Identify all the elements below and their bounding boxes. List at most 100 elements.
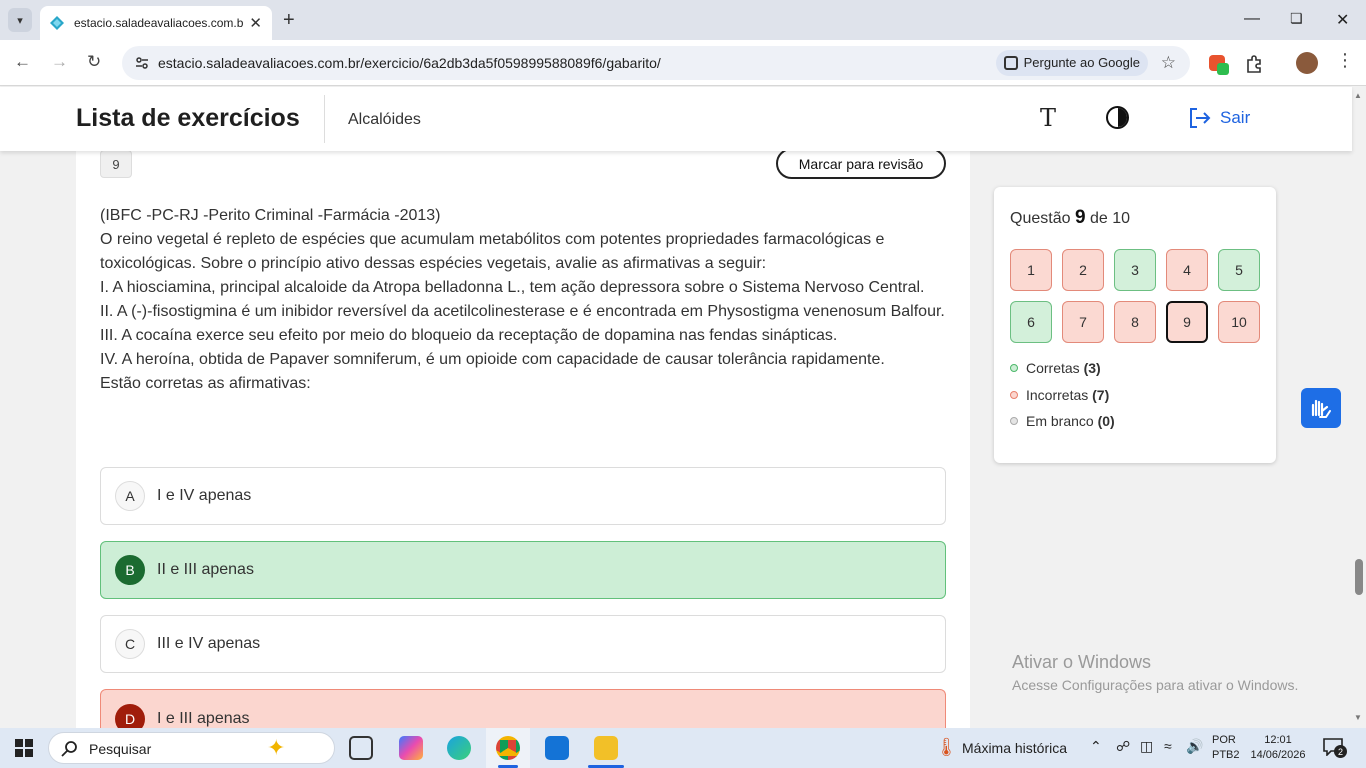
question-nav-5[interactable]: 5 [1218, 249, 1260, 291]
logout-icon [1190, 108, 1211, 128]
option-text: III e IV apenas [157, 635, 261, 652]
legend-correct-count: (3) [1083, 360, 1101, 376]
scroll-up-icon[interactable]: ▲ [1354, 91, 1362, 100]
header-divider [324, 95, 325, 143]
browser-toolbar: ← → ↻ estacio.saladeavaliacoes.com.br/ex… [0, 40, 1366, 86]
back-icon[interactable]: ← [14, 52, 31, 72]
file-explorer-icon[interactable] [594, 736, 618, 760]
question-counter: Questão 9 de 10 [1010, 207, 1130, 229]
chrome-icon[interactable] [496, 736, 520, 760]
minimize-icon[interactable]: — [1244, 10, 1260, 28]
language-code: POR [1212, 734, 1236, 746]
notifications-icon[interactable]: 2 [1323, 738, 1347, 758]
question-nav-1[interactable]: 1 [1010, 249, 1052, 291]
question-source: (IBFC -PC-RJ -Perito Criminal -Farmácia … [100, 207, 441, 224]
page-title: Lista de exercícios [76, 104, 300, 132]
extension-app-icon[interactable] [1208, 54, 1230, 76]
site-settings-icon[interactable] [134, 55, 150, 71]
option-letter: A [115, 481, 145, 511]
question-nav-9[interactable]: 9 [1166, 301, 1208, 343]
counter-suffix: de 10 [1089, 210, 1131, 227]
copilot-icon[interactable] [399, 736, 423, 760]
question-nav-4[interactable]: 4 [1166, 249, 1208, 291]
restore-icon[interactable]: ❏ [1290, 10, 1303, 27]
tab-close-icon[interactable]: ✕ [249, 14, 262, 32]
legend-correct-label: Corretas [1026, 360, 1080, 376]
wifi-icon[interactable]: ≈ [1164, 738, 1172, 754]
forward-icon[interactable]: → [51, 52, 68, 72]
taskbar-clock[interactable]: 12:01 14/06/2026 [1250, 733, 1306, 763]
correct-dot-icon [1010, 364, 1018, 372]
windows-start-icon[interactable] [15, 739, 33, 757]
tab-search-menu-icon[interactable]: ▾ [8, 8, 32, 32]
extensions-puzzle-icon[interactable] [1244, 54, 1264, 74]
ask-google-button[interactable]: Pergunte ao Google [995, 50, 1148, 76]
question-statement: O reino vegetal é repleto de espécies qu… [100, 231, 885, 272]
weather-text[interactable]: Máxima histórica [962, 740, 1067, 756]
assertion-2: II. A (-)-fisostigmina é um inibidor rev… [100, 303, 945, 320]
option-d[interactable]: D I e III apenas [100, 689, 946, 734]
thermometer-icon: 🌡 [935, 737, 958, 757]
logout-button[interactable]: Sair [1188, 107, 1250, 129]
lens-icon [1003, 56, 1018, 70]
search-highlight-icon: ✦ [267, 735, 286, 760]
url-text[interactable]: estacio.saladeavaliacoes.com.br/exercici… [158, 55, 661, 71]
reload-icon[interactable]: ↻ [87, 52, 101, 72]
meet-icon[interactable]: ☍ [1116, 738, 1130, 755]
browser-tab[interactable]: estacio.saladeavaliacoes.com.br ✕ [40, 6, 272, 40]
legend-wrong-count: (7) [1092, 387, 1110, 403]
option-b[interactable]: B II e III apenas [100, 541, 946, 599]
taskbar-search[interactable]: Pesquisar ✦ [48, 732, 335, 764]
browser-menu-icon[interactable]: ⋮ [1336, 50, 1354, 71]
question-nav-6[interactable]: 6 [1010, 301, 1052, 343]
ask-google-label: Pergunte ao Google [1023, 55, 1140, 70]
mail-icon[interactable] [545, 736, 569, 760]
question-navigator-panel: Questão 9 de 10 1 2 3 4 5 6 7 8 9 10 Cor… [994, 187, 1276, 463]
browser-tabstrip: ▾ estacio.saladeavaliacoes.com.br ✕ + — … [0, 0, 1366, 40]
assertion-3: III. A cocaína exerce seu efeito por mei… [100, 327, 838, 344]
new-tab-icon[interactable]: + [283, 9, 295, 32]
font-size-icon[interactable]: T [1040, 104, 1056, 132]
show-hidden-icons-icon[interactable]: ⌃ [1090, 738, 1102, 755]
legend-wrong: Incorretas (7) [1010, 387, 1109, 403]
question-nav-8[interactable]: 8 [1114, 301, 1156, 343]
device-icon[interactable]: ◫ [1140, 738, 1153, 755]
keyboard-language[interactable]: POR PTB2 [1212, 733, 1240, 763]
counter-current: 9 [1074, 207, 1086, 228]
legend-wrong-label: Incorretas [1026, 387, 1089, 403]
page-scrollbar[interactable]: ▲ ▼ [1352, 87, 1366, 728]
address-bar[interactable]: estacio.saladeavaliacoes.com.br/exercici… [122, 46, 1190, 80]
assertion-1: I. A hiosciamina, principal alcaloide da… [100, 279, 925, 296]
sign-language-icon[interactable] [1301, 388, 1341, 428]
question-number-badge: 9 [100, 150, 132, 178]
bookmark-star-icon[interactable]: ☆ [1161, 53, 1176, 73]
legend-blank-count: (0) [1097, 413, 1115, 429]
scroll-thumb[interactable] [1355, 559, 1363, 595]
taskbar-search-label: Pesquisar [89, 741, 152, 757]
windows-taskbar: Pesquisar ✦ 🌡 Máxima histórica ⌃ ☍ ◫ ≈ 🔊… [0, 728, 1366, 768]
profile-avatar[interactable] [1296, 52, 1318, 74]
page-header: Lista de exercícios Alcalóides T Sair [0, 87, 1352, 151]
question-nav-2[interactable]: 2 [1062, 249, 1104, 291]
option-text: II e III apenas [157, 561, 254, 578]
option-c[interactable]: C III e IV apenas [100, 615, 946, 673]
tab-title: estacio.saladeavaliacoes.com.br [74, 16, 244, 30]
volume-icon[interactable]: 🔊 [1186, 738, 1203, 755]
window-close-icon[interactable]: ✕ [1336, 10, 1349, 30]
contrast-icon[interactable] [1106, 106, 1129, 129]
assertion-4: IV. A heroína, obtida de Papaver somnife… [100, 351, 885, 368]
question-nav-3[interactable]: 3 [1114, 249, 1156, 291]
question-nav-7[interactable]: 7 [1062, 301, 1104, 343]
clock-time: 12:01 [1264, 734, 1292, 746]
question-nav-10[interactable]: 10 [1218, 301, 1260, 343]
task-view-icon[interactable] [349, 736, 373, 760]
site-favicon-icon [50, 16, 64, 30]
page-subtitle: Alcalóides [348, 111, 421, 128]
option-letter: B [115, 555, 145, 585]
edge-icon[interactable] [447, 736, 471, 760]
keyboard-layout: PTB2 [1212, 749, 1240, 761]
mark-review-button[interactable]: Marcar para revisão [776, 148, 946, 179]
counter-prefix: Questão [1010, 210, 1071, 227]
option-a[interactable]: A I e IV apenas [100, 467, 946, 525]
scroll-down-icon[interactable]: ▼ [1354, 713, 1362, 722]
